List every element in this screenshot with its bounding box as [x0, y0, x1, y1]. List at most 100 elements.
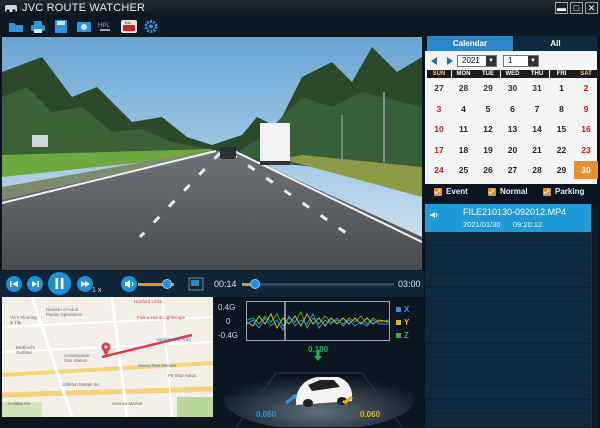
calendar-day[interactable]: 29	[550, 163, 574, 177]
calendar-day[interactable]: 29	[476, 81, 500, 95]
next-month-arrow-icon[interactable]	[447, 57, 453, 65]
playback-speed: 1 x	[92, 287, 102, 294]
calendar-day[interactable]: 12	[476, 122, 500, 136]
calendar-day[interactable]: 6	[501, 102, 525, 116]
chevron-down-icon: ▼	[486, 56, 496, 66]
calendar-day[interactable]: 9	[574, 102, 598, 116]
file-list-item[interactable]: FILE210130-092012.MP4 2021/01/30 09:20:1…	[425, 204, 591, 232]
youtube-icon[interactable]: You	[121, 19, 137, 34]
calendar-day[interactable]: 16	[574, 122, 598, 136]
checkbox-checked-icon	[488, 187, 496, 196]
prev-frame-button[interactable]	[27, 276, 43, 292]
calendar-day[interactable]: 13	[501, 122, 525, 136]
calendar-day[interactable]: 24	[427, 163, 451, 177]
month-select[interactable]: 1 ▼	[503, 55, 539, 67]
snapshot-icon[interactable]	[76, 19, 92, 34]
calendar-day[interactable]: 22	[550, 143, 574, 157]
open-folder-icon[interactable]	[8, 19, 24, 34]
calendar-day[interactable]: 30	[501, 81, 525, 95]
chevron-down-icon: ▼	[528, 56, 538, 66]
maximize-button[interactable]: □	[570, 2, 583, 14]
video-player[interactable]	[2, 37, 422, 270]
current-time: 00:14	[214, 279, 237, 289]
calendar-day[interactable]: 5	[476, 102, 500, 116]
x-axis-value: 0.060	[256, 410, 277, 419]
minimize-button[interactable]: ▬	[555, 2, 568, 14]
weekday-thu: THU	[525, 70, 549, 78]
file-time: 09:20:12	[513, 220, 543, 229]
play-pause-button[interactable]	[48, 272, 71, 295]
weekday-sun: SUN	[427, 70, 451, 78]
title-bar: JVC ROUTE WATCHER ▬ □ ✕	[0, 0, 600, 17]
calendar-day[interactable]: 18	[452, 143, 476, 157]
calendar-day-selected[interactable]: 30	[574, 161, 598, 179]
playback-controls: 1 x 00:14 03:00	[0, 271, 424, 297]
calendar-day[interactable]: 20	[501, 143, 525, 157]
file-name: FILE210130-092012.MP4	[463, 207, 567, 217]
filter-parking[interactable]: Parking	[543, 187, 584, 196]
calendar-day[interactable]: 14	[525, 122, 549, 136]
prev-month-arrow-icon[interactable]	[431, 57, 437, 65]
calendar-day[interactable]: 27	[427, 81, 451, 95]
calendar-day[interactable]: 19	[476, 143, 500, 157]
filter-event[interactable]: Event	[434, 187, 468, 196]
svg-text:HPL: HPL	[98, 23, 110, 29]
skip-back-button[interactable]	[6, 276, 22, 292]
calendar-day[interactable]: 11	[452, 122, 476, 136]
seek-bar[interactable]	[242, 283, 394, 286]
map-label: Hartford Links	[134, 299, 163, 304]
calendar-day[interactable]: 28	[452, 81, 476, 95]
tab-all[interactable]: All	[514, 36, 597, 51]
y-axis-value: 0.060	[360, 410, 381, 419]
total-time: 03:00	[398, 279, 421, 289]
calendar-day[interactable]: 2	[574, 81, 598, 95]
map-label: Bedford's Outfitter	[16, 345, 35, 355]
calendar-day[interactable]: 26	[476, 163, 500, 177]
calendar-day[interactable]: 7	[525, 102, 549, 116]
calendar-day[interactable]: 1	[550, 81, 574, 95]
map-label: Division of Adult Parole Operations	[46, 307, 83, 317]
filter-normal[interactable]: Normal	[488, 187, 528, 196]
fast-forward-button[interactable]	[77, 276, 93, 292]
calendar-day[interactable]: 4	[452, 102, 476, 116]
calendar-day[interactable]: 28	[525, 163, 549, 177]
calendar-day[interactable]: 10	[427, 122, 451, 136]
file-list-scrollbar[interactable]	[591, 204, 598, 428]
close-button[interactable]: ✕	[585, 2, 598, 14]
seek-bar-fill	[242, 283, 250, 286]
calendar-day[interactable]: 21	[525, 143, 549, 157]
calendar-day[interactable]: 3	[427, 102, 451, 116]
calendar-day[interactable]: 17	[427, 143, 451, 157]
save-icon[interactable]	[53, 19, 69, 34]
map-label: Pit Stop Autos	[168, 373, 197, 378]
tab-calendar[interactable]: Calendar	[427, 36, 513, 51]
route-map[interactable]: Division of Adult Parole Operations Hart…	[2, 297, 213, 417]
volume-button[interactable]	[121, 276, 137, 292]
g-sensor-waves	[246, 302, 390, 340]
year-select[interactable]: 2021 ▼	[457, 55, 497, 67]
svg-text:You: You	[124, 20, 131, 25]
settings-gear-icon[interactable]	[143, 19, 159, 34]
fullscreen-icon[interactable]	[188, 277, 204, 291]
calendar-day[interactable]: 25	[452, 163, 476, 177]
hpl-icon[interactable]: HPL	[98, 19, 116, 34]
weekday-tue: TUE	[476, 70, 500, 78]
seek-knob[interactable]	[250, 279, 260, 289]
map-label: Sierra Tree Service	[138, 363, 177, 368]
g-sensor-graph	[246, 301, 390, 341]
calendar-day[interactable]: 31	[525, 81, 549, 95]
calendar-day[interactable]: 15	[550, 122, 574, 136]
pause-icon	[55, 278, 64, 289]
axis-z-swatch	[396, 333, 401, 339]
weekday-mon: MON	[451, 70, 476, 78]
map-label: Holiday Inn	[8, 401, 31, 406]
toolbar: HPL You	[0, 17, 600, 36]
g-axis-bottom-label: -0.4G	[218, 331, 239, 340]
volume-slider-knob[interactable]	[162, 279, 172, 289]
print-icon[interactable]	[30, 19, 46, 34]
calendar-day[interactable]: 23	[574, 143, 598, 157]
calendar-day[interactable]: 27	[501, 163, 525, 177]
calendar-day[interactable]: 8	[550, 102, 574, 116]
weekday-wed: WED	[500, 70, 525, 78]
axis-x-label: X	[404, 305, 410, 314]
